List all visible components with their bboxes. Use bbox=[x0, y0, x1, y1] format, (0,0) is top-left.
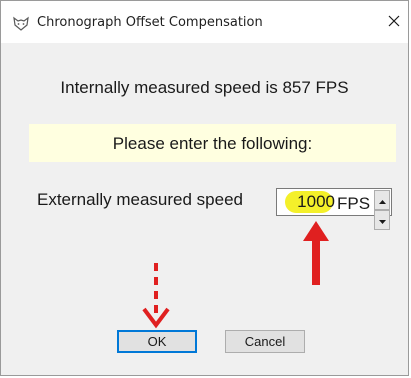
instruction-banner: Please enter the following: bbox=[29, 124, 396, 162]
ok-button[interactable]: OK bbox=[117, 330, 197, 353]
title-bar[interactable]: Chronograph Offset Compensation bbox=[1, 1, 408, 43]
spin-buttons bbox=[374, 190, 390, 230]
speed-spinner: FPS bbox=[276, 188, 392, 230]
triangle-up-icon bbox=[378, 191, 386, 209]
spin-up-button[interactable] bbox=[374, 190, 390, 210]
window-title: Chronograph Offset Compensation bbox=[37, 15, 263, 30]
red-up-arrow-icon bbox=[303, 221, 329, 285]
speed-unit: FPS bbox=[337, 194, 371, 213]
external-speed-label: Externally measured speed bbox=[37, 190, 244, 209]
instruction-text: Please enter the following: bbox=[112, 134, 313, 153]
measured-speed-text: Internally measured speed is 857 FPS bbox=[60, 78, 349, 97]
fox-head-icon bbox=[13, 16, 29, 32]
red-dashed-down-arrow-icon bbox=[142, 263, 170, 329]
spin-down-button[interactable] bbox=[374, 210, 390, 230]
close-icon bbox=[388, 14, 400, 32]
triangle-down-icon bbox=[378, 211, 386, 229]
dialog-body: Internally measured speed is 857 FPS Ple… bbox=[1, 43, 408, 375]
dialog-window: Chronograph Offset Compensation Internal… bbox=[0, 0, 409, 376]
close-button[interactable] bbox=[380, 9, 408, 37]
speed-input[interactable] bbox=[281, 192, 335, 212]
cancel-button[interactable]: Cancel bbox=[225, 330, 305, 353]
